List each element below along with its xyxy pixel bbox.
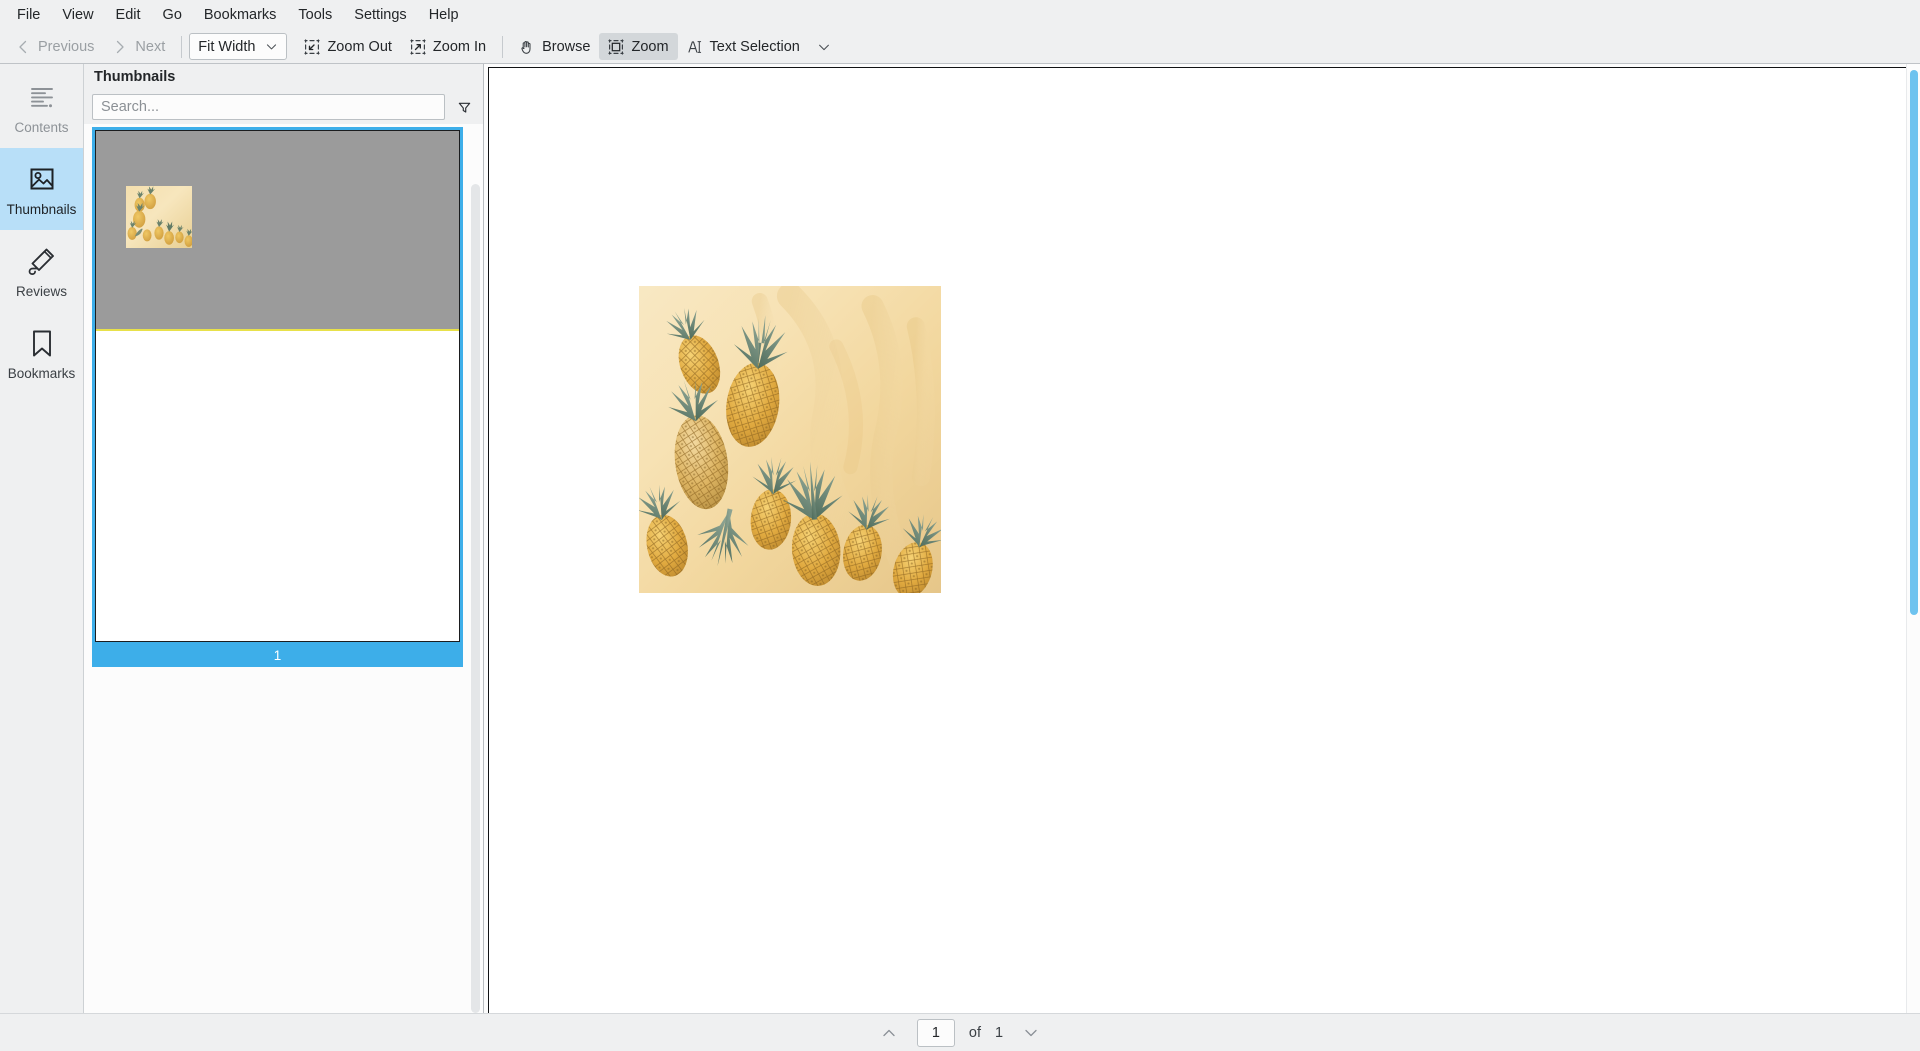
menu-view[interactable]: View: [51, 2, 104, 28]
zoom-in-button[interactable]: Zoom In: [401, 33, 495, 60]
toolbar-separator-1: [181, 35, 183, 58]
document-canvas[interactable]: [484, 64, 1920, 1013]
hand-icon: [519, 39, 535, 55]
okular-window: File View Edit Go Bookmarks Tools Settin…: [0, 0, 1920, 1051]
browse-tool-label: Browse: [542, 38, 591, 55]
zoom-in-label: Zoom In: [432, 38, 487, 55]
menu-file[interactable]: File: [6, 2, 51, 28]
main-toolbar: Previous Next Fit Width Zoom Out Zoom In…: [0, 30, 1920, 64]
thumbnails-panel-title: Thumbnails: [84, 64, 483, 90]
next-page-arrow[interactable]: [1017, 1020, 1045, 1046]
thumbnail-item[interactable]: 1: [92, 127, 463, 667]
thumbnails-scroll-area[interactable]: 1: [84, 124, 483, 1013]
menu-tools[interactable]: Tools: [287, 2, 343, 28]
chevron-down-icon[interactable]: [817, 40, 831, 54]
menu-settings[interactable]: Settings: [343, 2, 417, 28]
menu-go[interactable]: Go: [152, 2, 193, 28]
chevron-down-icon: [265, 40, 278, 53]
of-label: of: [968, 1024, 981, 1041]
search-input[interactable]: [92, 94, 445, 120]
zoom-mode-value: Fit Width: [198, 38, 256, 55]
sidebar-item-thumbnails[interactable]: Thumbnails: [0, 148, 83, 230]
toolbar-separator-2: [502, 35, 504, 58]
current-page-input[interactable]: [916, 1018, 955, 1047]
sidebar-item-reviews-label: Reviews: [15, 283, 67, 299]
contents-icon: [25, 80, 59, 114]
thumbnails-search-row: [84, 90, 483, 124]
total-pages-label: 1: [995, 1024, 1004, 1041]
reviews-icon: [25, 244, 59, 278]
menu-bookmarks[interactable]: Bookmarks: [193, 2, 288, 28]
previous-page-label: Previous: [38, 38, 95, 55]
thumbnail-page-preview: [95, 130, 460, 642]
menu-edit[interactable]: Edit: [105, 2, 152, 28]
filter-button[interactable]: [453, 95, 475, 119]
sidebar-item-reviews[interactable]: Reviews: [0, 230, 83, 312]
bookmarks-icon: [25, 326, 59, 360]
previous-page-arrow[interactable]: [875, 1020, 903, 1046]
filter-funnel-icon: [457, 100, 472, 115]
text-selection-tool-button[interactable]: Text Selection: [678, 33, 840, 60]
zoom-out-button[interactable]: Zoom Out: [295, 33, 400, 60]
previous-page-button[interactable]: Previous: [6, 33, 103, 60]
zoom-out-label: Zoom Out: [327, 38, 392, 55]
zoom-out-icon: [304, 38, 321, 55]
next-page-button[interactable]: Next: [103, 33, 174, 60]
sidebar-item-contents[interactable]: Contents: [0, 66, 83, 148]
sidebar-item-bookmarks[interactable]: Bookmarks: [0, 312, 83, 394]
thumbnails-panel: Thumbnails Search... 1: [84, 64, 484, 1013]
sidebar-item-thumbnails-label: Thumbnails: [6, 201, 77, 217]
menu-help[interactable]: Help: [418, 2, 470, 28]
document-view: [484, 64, 1920, 1013]
document-scrollbar-thumb[interactable]: [1910, 70, 1918, 615]
sidebar-item-contents-label: Contents: [14, 119, 69, 135]
status-bar: of 1: [0, 1013, 1920, 1051]
thumbnails-scrollbar[interactable]: [469, 184, 482, 1013]
zoom-tool-button[interactable]: Zoom: [599, 33, 678, 60]
text-cursor-icon: [687, 39, 703, 55]
next-page-label: Next: [135, 38, 166, 55]
thumbnails-icon: [25, 162, 59, 196]
zoom-in-icon: [410, 38, 426, 55]
document-scrollbar[interactable]: [1906, 64, 1920, 1013]
thumbnail-page-number: 1: [92, 645, 463, 667]
zoom-tool-label: Zoom: [631, 38, 669, 55]
navigation-rail: Contents Thumbnails Reviews Bookmarks: [0, 64, 84, 1013]
document-page[interactable]: [488, 67, 1913, 1013]
zoom-select-icon: [608, 38, 625, 55]
window-body: Contents Thumbnails Reviews Bookmarks Th…: [0, 64, 1920, 1013]
menu-bar: File View Edit Go Bookmarks Tools Settin…: [0, 0, 1920, 30]
browse-tool-button[interactable]: Browse: [510, 33, 599, 60]
sidebar-item-bookmarks-label: Bookmarks: [7, 365, 76, 381]
page-image-pineapples: [639, 286, 941, 593]
chevron-left-icon: [15, 39, 31, 55]
zoom-mode-combobox[interactable]: Fit Width: [189, 33, 288, 60]
thumbnail-selection-frame: [92, 127, 463, 645]
chevron-right-icon: [112, 39, 128, 55]
text-selection-label: Text Selection: [709, 38, 800, 55]
thumbnail-image: [126, 186, 192, 248]
thumbnails-scrollbar-thumb[interactable]: [471, 184, 480, 1013]
